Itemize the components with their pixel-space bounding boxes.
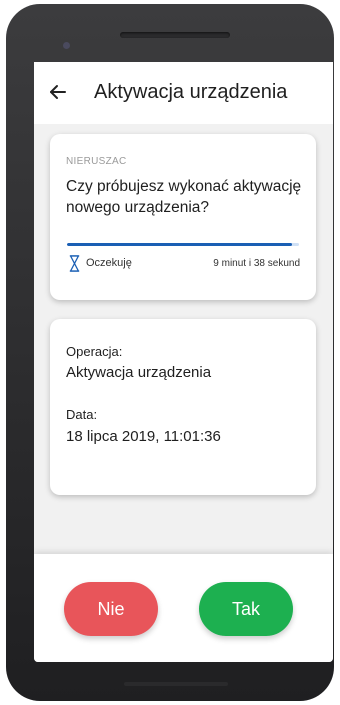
arrow-left-icon[interactable] [46, 80, 70, 104]
action-bar: Nie Tak [34, 554, 333, 662]
app-label: NIERUSZAC [66, 156, 127, 167]
app-bar: Aktywacja urządzenia [34, 62, 333, 124]
status-text: Oczekuję [86, 257, 132, 269]
request-card: NIERUSZAC Czy próbujesz wykonać aktywacj… [50, 134, 316, 300]
operation-label: Operacja: [66, 344, 123, 359]
front-camera [63, 42, 70, 49]
hourglass-icon [69, 255, 80, 272]
time-progress-bar [67, 243, 299, 246]
app-screen: Aktywacja urządzenia NIERUSZAC Czy próbu… [34, 62, 333, 662]
earpiece-speaker [120, 32, 230, 38]
date-label: Data: [66, 407, 98, 422]
time-remaining: 9 minut i 38 sekund [213, 258, 300, 269]
bottom-speaker [124, 682, 228, 686]
date-value: 18 lipca 2019, 11:01:36 [66, 428, 221, 445]
page-title: Aktywacja urządzenia [94, 81, 288, 103]
time-progress-fill [67, 243, 293, 246]
phone-frame: Aktywacja urządzenia NIERUSZAC Czy próbu… [6, 4, 334, 701]
confirmation-question: Czy próbujesz wykonać aktywację nowego u… [66, 178, 302, 216]
confirm-button[interactable]: Tak [199, 582, 293, 636]
details-card: Operacja: Aktywacja urządzenia Data: 18 … [50, 319, 316, 495]
operation-value: Aktywacja urządzenia [66, 364, 212, 381]
reject-button[interactable]: Nie [64, 582, 158, 636]
